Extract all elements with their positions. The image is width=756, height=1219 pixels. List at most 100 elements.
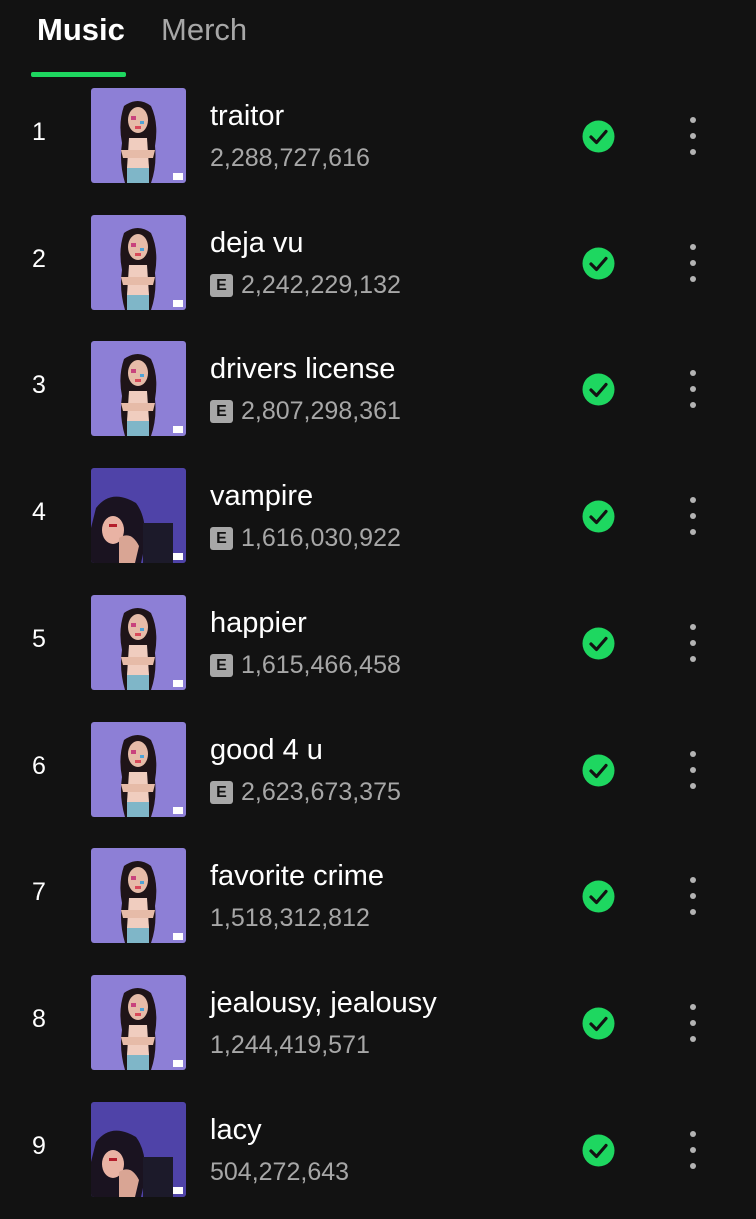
more-dot	[690, 149, 696, 155]
explicit-badge: E	[210, 400, 233, 424]
album-cover	[91, 594, 186, 690]
play-count: 1,518,312,812	[210, 904, 370, 933]
more-dot	[690, 386, 696, 393]
track-title: jealousy, jealousy	[210, 986, 437, 1019]
more-dot	[690, 782, 696, 789]
play-count: 2,807,298,361	[241, 397, 401, 426]
more-dot	[690, 529, 696, 536]
track-row[interactable]: 4 vampire E 1,616,030,922	[0, 458, 756, 585]
more-dot	[690, 909, 696, 916]
more-dot	[690, 275, 696, 282]
track-rank: 4	[32, 498, 46, 527]
active-tab-indicator	[31, 72, 126, 77]
more-options-icon[interactable]	[676, 494, 710, 538]
more-dot	[690, 623, 696, 630]
more-dot	[690, 1162, 696, 1169]
track-meta: E 2,807,298,361	[210, 397, 401, 426]
check-circle-icon[interactable]	[582, 1007, 615, 1040]
track-row[interactable]: 3 drivers license E 2,807,298,361	[0, 331, 756, 458]
check-circle-icon[interactable]	[582, 120, 615, 153]
track-meta: 504,272,643	[210, 1158, 349, 1187]
track-rank: 5	[32, 624, 46, 653]
album-cover	[91, 848, 186, 944]
check-circle-icon[interactable]	[582, 373, 615, 406]
track-title: happier	[210, 606, 307, 639]
more-dot	[690, 117, 696, 123]
track-title: lacy	[210, 1113, 262, 1146]
more-dot	[690, 1146, 696, 1153]
more-dot	[690, 1019, 696, 1026]
track-meta: E 2,623,673,375	[210, 778, 401, 807]
check-circle-icon[interactable]	[582, 754, 615, 787]
more-dot	[690, 655, 696, 662]
more-options-icon[interactable]	[676, 241, 710, 285]
more-options-icon[interactable]	[676, 1128, 710, 1172]
more-dot	[690, 766, 696, 773]
track-rank: 9	[32, 1131, 46, 1160]
more-dot	[690, 893, 696, 900]
play-count: 504,272,643	[210, 1157, 350, 1186]
track-row[interactable]: 8 jealousy, jealousy 1,244,419,571	[0, 965, 756, 1092]
more-dot	[690, 259, 696, 266]
explicit-badge: E	[210, 780, 233, 804]
tab-music[interactable]: Music	[37, 10, 125, 50]
more-options-icon[interactable]	[676, 874, 710, 918]
track-rank: 8	[32, 1004, 46, 1033]
track-title: vampire	[210, 480, 314, 513]
track-meta: 2,288,727,616	[210, 144, 370, 173]
tab-bar: Music Merch	[0, 0, 756, 78]
more-dot	[690, 370, 696, 377]
play-count: 1,615,466,458	[241, 650, 401, 679]
track-row[interactable]: 7 favorite crime 1,518,312,812	[0, 838, 756, 965]
more-dot	[690, 639, 696, 646]
more-options-icon[interactable]	[676, 114, 710, 158]
more-dot	[690, 497, 696, 504]
track-meta: E 1,616,030,922	[210, 524, 401, 553]
track-meta: E 2,242,229,132	[210, 271, 401, 300]
play-count: 2,288,727,616	[210, 144, 370, 172]
track-rank: 6	[32, 751, 46, 780]
check-circle-icon[interactable]	[582, 1134, 615, 1167]
album-cover	[91, 721, 186, 817]
explicit-badge: E	[210, 653, 233, 677]
more-dot	[690, 1130, 696, 1137]
album-cover	[91, 1101, 186, 1197]
more-dot	[690, 877, 696, 884]
more-options-icon[interactable]	[676, 1001, 710, 1045]
more-dot	[690, 243, 696, 250]
track-title: deja vu	[210, 226, 304, 259]
tab-merch[interactable]: Merch	[161, 10, 247, 50]
track-title: favorite crime	[210, 860, 385, 893]
track-rank: 2	[32, 244, 46, 273]
track-row[interactable]: 2 deja vu E 2,242,229,132	[0, 205, 756, 332]
check-circle-icon[interactable]	[582, 500, 615, 533]
track-title: traitor	[210, 100, 285, 132]
more-dot	[690, 750, 696, 757]
check-circle-icon[interactable]	[582, 627, 615, 660]
album-cover	[91, 88, 186, 183]
more-dot	[690, 402, 696, 409]
album-cover	[91, 341, 186, 437]
track-meta: E 1,615,466,458	[210, 651, 401, 680]
more-options-icon[interactable]	[676, 367, 710, 411]
play-count: 2,242,229,132	[241, 270, 401, 299]
check-circle-icon[interactable]	[582, 880, 615, 913]
check-circle-icon[interactable]	[582, 247, 615, 280]
track-row[interactable]: 6 good 4 u E 2,623,673,375	[0, 712, 756, 839]
album-cover	[91, 214, 186, 310]
track-rank: 3	[32, 371, 46, 400]
track-rank: 7	[32, 878, 46, 907]
play-count: 1,616,030,922	[241, 524, 401, 553]
track-rank: 1	[32, 118, 46, 146]
track-row[interactable]: 1 traitor 2,288,727,616	[0, 78, 756, 205]
track-meta: 1,518,312,812	[210, 904, 370, 933]
play-count: 2,623,673,375	[241, 777, 401, 806]
more-options-icon[interactable]	[676, 621, 710, 665]
track-row[interactable]: 5 happier E 1,615,466,458	[0, 585, 756, 712]
more-options-icon[interactable]	[676, 748, 710, 792]
album-cover	[91, 974, 186, 1070]
more-dot	[690, 1003, 696, 1010]
explicit-badge: E	[210, 527, 233, 551]
more-dot	[690, 133, 696, 139]
track-title: drivers license	[210, 353, 396, 386]
